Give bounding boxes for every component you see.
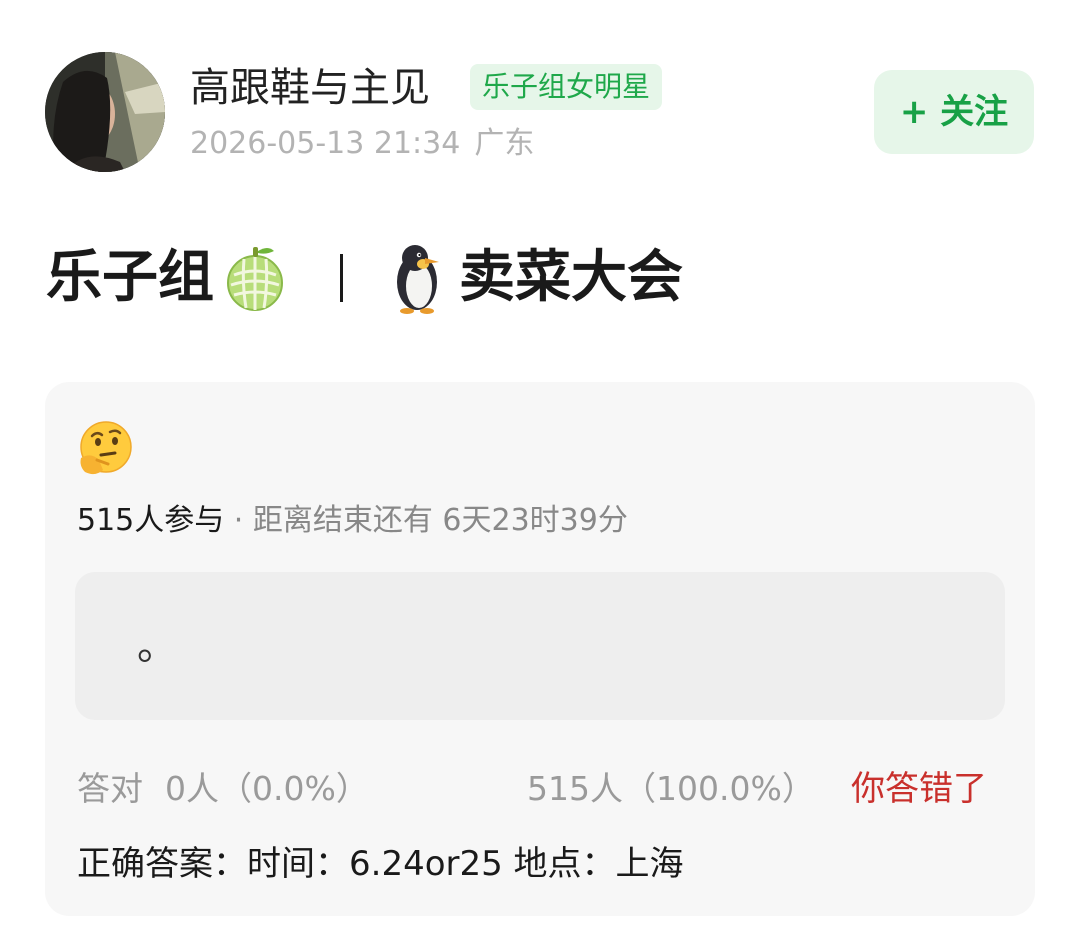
post-meta: 2026-05-13 21:34 广东 <box>190 124 534 164</box>
correct-answer: 正确答案：时间：6.24or25 地点：上海 <box>77 844 684 884</box>
group-badge[interactable]: 乐子组女明星 <box>470 64 663 110</box>
correct-stats: 答对 0人（0.0%） <box>77 766 369 812</box>
participant-count: 515人参与 <box>77 503 225 538</box>
quiz-countdown: 距离结束还有 6天23时39分 <box>252 503 628 538</box>
post-timestamp: 2026-05-13 21:34 <box>190 126 461 161</box>
stats-separator: · <box>224 503 253 538</box>
author-name[interactable]: 高跟鞋与主见 <box>190 62 430 114</box>
result-status: 你答错了 <box>851 769 987 809</box>
post-title: 乐子组 卖菜大会 <box>46 240 683 316</box>
correct-label: 答对 <box>77 769 143 808</box>
penguin-icon <box>389 242 445 314</box>
title-left-text: 乐子组 <box>46 245 214 310</box>
avatar[interactable] <box>45 52 165 172</box>
quiz-stats: 515人参与 · 距离结束还有 6天23时39分 <box>77 500 628 542</box>
quiz-option[interactable]: 。 <box>75 572 1005 720</box>
melon-icon <box>222 245 288 311</box>
quiz-option-text: 。 <box>137 623 177 669</box>
correct-count: 0人（0.0%） <box>165 769 369 808</box>
title-divider <box>340 254 343 302</box>
thinking-face-icon <box>77 420 135 478</box>
title-right-text: 卖菜大会 <box>459 245 683 310</box>
post-location: 广东 <box>474 126 535 161</box>
avatar-photo <box>45 52 165 172</box>
option-stats: 515人（100.0%） <box>527 769 815 808</box>
follow-button[interactable]: + 关注 <box>874 70 1034 154</box>
